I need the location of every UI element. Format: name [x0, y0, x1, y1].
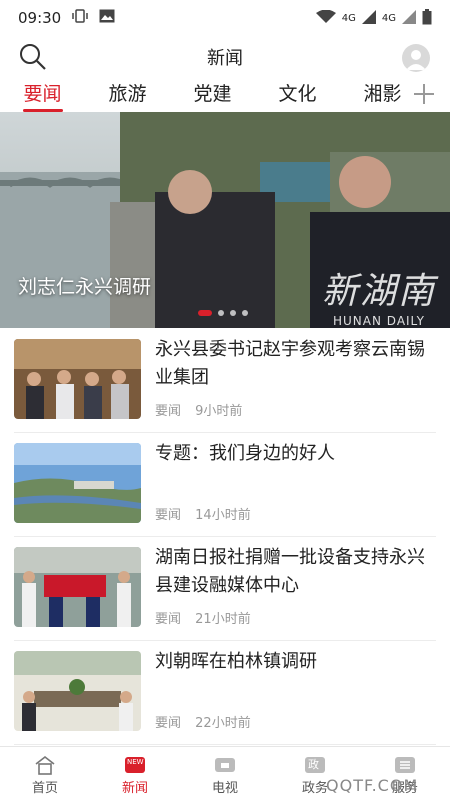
carousel-dot[interactable] — [230, 310, 236, 316]
news-time: 14小时前 — [195, 508, 251, 523]
hero-caption: 刘志仁永兴调研 — [18, 276, 152, 298]
search-button[interactable] — [18, 42, 48, 72]
tab-lvyou[interactable]: 旅游 — [85, 78, 170, 112]
carousel-dot[interactable] — [218, 310, 224, 316]
nav-badge-char: 政 — [308, 758, 319, 771]
nav-home[interactable]: 首页 — [0, 747, 90, 801]
app-header: 新闻 — [0, 36, 450, 78]
news-title: 永兴县委书记赵宇参观考察云南锡业集团 — [155, 339, 425, 388]
nav-tv[interactable]: 电视 — [180, 747, 270, 801]
news-category: 要闻 — [155, 404, 182, 419]
news-title: 湖南日报社捐赠一批设备支持永兴县建设融媒体中心 — [155, 547, 425, 596]
signal-icon-2 — [402, 9, 416, 27]
nav-badge: NEW — [127, 758, 144, 766]
image-icon — [99, 9, 115, 27]
nav-news[interactable]: NEW 新闻 — [90, 747, 180, 801]
network-label-2: 4G — [381, 12, 396, 24]
add-tab-button[interactable] — [412, 82, 436, 106]
nav-label: 首页 — [31, 781, 58, 796]
list-item[interactable]: 湖南日报社捐赠一批设备支持永兴县建设融媒体中心 要闻 21小时前 — [14, 536, 436, 641]
tv-icon — [215, 758, 235, 772]
news-thumbnail — [14, 547, 141, 627]
news-time: 22小时前 — [195, 716, 251, 731]
carousel-dot[interactable] — [198, 310, 212, 316]
news-category: 要闻 — [155, 508, 182, 523]
carousel-dot[interactable] — [242, 310, 248, 316]
list-item[interactable]: 专题：我们身边的好人 要闻 14小时前 — [14, 432, 436, 537]
news-time: 21小时前 — [195, 612, 251, 627]
hero-watermark: 新湖南 HUNAN DAILY — [322, 262, 436, 328]
wifi-icon — [315, 9, 336, 27]
status-bar: 09:30 4G 4G — [0, 0, 450, 36]
news-thumbnail — [14, 443, 141, 523]
watermark-en: HUNAN DAILY — [333, 314, 425, 328]
battery-icon — [422, 8, 432, 28]
category-tabs: 要闻 旅游 党建 文化 湘影 — [0, 78, 450, 112]
news-title: 刘朝晖在柏林镇调研 — [155, 651, 317, 672]
news-thumbnail — [14, 651, 141, 731]
watermark-cn: 新湖南 — [321, 271, 436, 312]
list-item[interactable]: 永兴县委书记赵宇参观考察云南锡业集团 要闻 9小时前 — [14, 328, 436, 433]
page-title: 新闻 — [207, 48, 243, 69]
news-title: 专题：我们身边的好人 — [155, 443, 335, 464]
nav-label: 电视 — [211, 781, 238, 796]
news-thumbnail — [14, 339, 141, 419]
news-meta: 要闻 14小时前 — [155, 504, 261, 523]
list-item[interactable]: 刘朝晖在柏林镇调研 要闻 22小时前 — [14, 640, 436, 745]
nav-label: 新闻 — [121, 781, 148, 796]
news-meta: 要闻 21小时前 — [155, 608, 261, 627]
site-watermark: QQTF.COM — [326, 776, 419, 795]
vibrate-icon — [71, 9, 89, 27]
news-category: 要闻 — [155, 716, 182, 731]
network-label-1: 4G — [341, 12, 356, 24]
news-time: 9小时前 — [195, 404, 243, 419]
signal-icon-1 — [361, 9, 376, 27]
avatar[interactable] — [402, 44, 430, 72]
service-icon — [395, 757, 415, 773]
search-icon — [20, 44, 46, 70]
tab-wenhua[interactable]: 文化 — [255, 78, 340, 112]
user-avatar-icon — [406, 50, 426, 70]
news-category: 要闻 — [155, 612, 182, 627]
news-meta: 要闻 22小时前 — [155, 712, 261, 731]
tab-dangjian[interactable]: 党建 — [170, 78, 255, 112]
news-meta: 要闻 9小时前 — [155, 400, 252, 419]
carousel-indicator — [198, 310, 248, 316]
home-icon — [35, 755, 55, 775]
status-time: 09:30 — [18, 9, 62, 27]
nav-label: 政务 — [301, 781, 328, 796]
plus-icon — [414, 84, 434, 104]
hero-carousel[interactable]: 刘志仁永兴调研 新湖南 HUNAN DAILY — [0, 112, 450, 328]
tab-yaowen[interactable]: 要闻 — [0, 78, 85, 112]
